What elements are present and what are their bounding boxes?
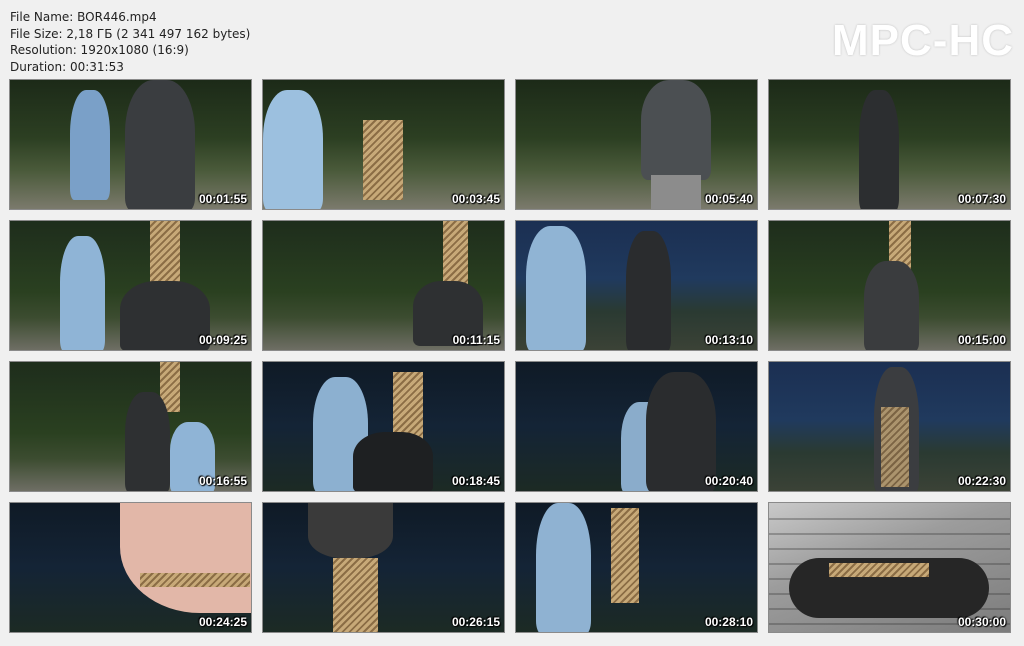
thumbnail[interactable]: 00:01:55 [9, 79, 252, 210]
timestamp: 00:16:55 [198, 474, 247, 488]
timestamp: 00:09:25 [198, 333, 247, 347]
mpc-hc-logo: MPC-HC [832, 16, 1014, 65]
thumbnail[interactable]: 00:15:00 [768, 220, 1011, 351]
thumbnail[interactable]: 00:05:40 [515, 79, 758, 210]
frame-image [516, 80, 757, 209]
thumbnail-grid: 00:01:55 00:03:45 00:05:40 00:07:30 00:0… [9, 79, 1014, 635]
file-info-panel: File Name: BOR446.mp4 File Size: 2,18 ГБ… [10, 9, 250, 75]
timestamp: 00:22:30 [957, 474, 1006, 488]
thumbnail[interactable]: 00:13:10 [515, 220, 758, 351]
timestamp: 00:15:00 [957, 333, 1006, 347]
thumbnail[interactable]: 00:09:25 [9, 220, 252, 351]
thumbnail[interactable]: 00:07:30 [768, 79, 1011, 210]
timestamp: 00:05:40 [704, 192, 753, 206]
timestamp: 00:20:40 [704, 474, 753, 488]
thumbnail[interactable]: 00:03:45 [262, 79, 505, 210]
thumbnail[interactable]: 00:20:40 [515, 361, 758, 492]
timestamp: 00:11:15 [452, 333, 500, 347]
timestamp: 00:07:30 [957, 192, 1006, 206]
timestamp: 00:28:10 [704, 615, 753, 629]
file-size: File Size: 2,18 ГБ (2 341 497 162 bytes) [10, 26, 251, 41]
resolution: Resolution: 1920x1080 (16:9) [10, 43, 189, 57]
thumbnail[interactable]: 00:30:00 [768, 502, 1011, 633]
timestamp: 00:03:45 [451, 192, 500, 206]
thumbnail[interactable]: 00:18:45 [262, 361, 505, 492]
timestamp: 00:18:45 [451, 474, 500, 488]
thumbnail[interactable]: 00:22:30 [768, 361, 1011, 492]
thumbnail[interactable]: 00:28:10 [515, 502, 758, 633]
duration: Duration: 00:31:53 [10, 59, 124, 74]
timestamp: 00:30:00 [957, 615, 1006, 629]
timestamp: 00:26:15 [451, 615, 500, 629]
thumbnail[interactable]: 00:16:55 [9, 361, 252, 492]
timestamp: 00:24:25 [198, 615, 247, 629]
timestamp: 00:01:55 [198, 192, 247, 206]
file-name: File Name: BOR446.mp4 [10, 10, 157, 24]
thumbnail[interactable]: 00:26:15 [262, 502, 505, 633]
thumbnail[interactable]: 00:24:25 [9, 502, 252, 633]
thumbnail[interactable]: 00:11:15 [262, 220, 505, 351]
timestamp: 00:13:10 [704, 333, 753, 347]
